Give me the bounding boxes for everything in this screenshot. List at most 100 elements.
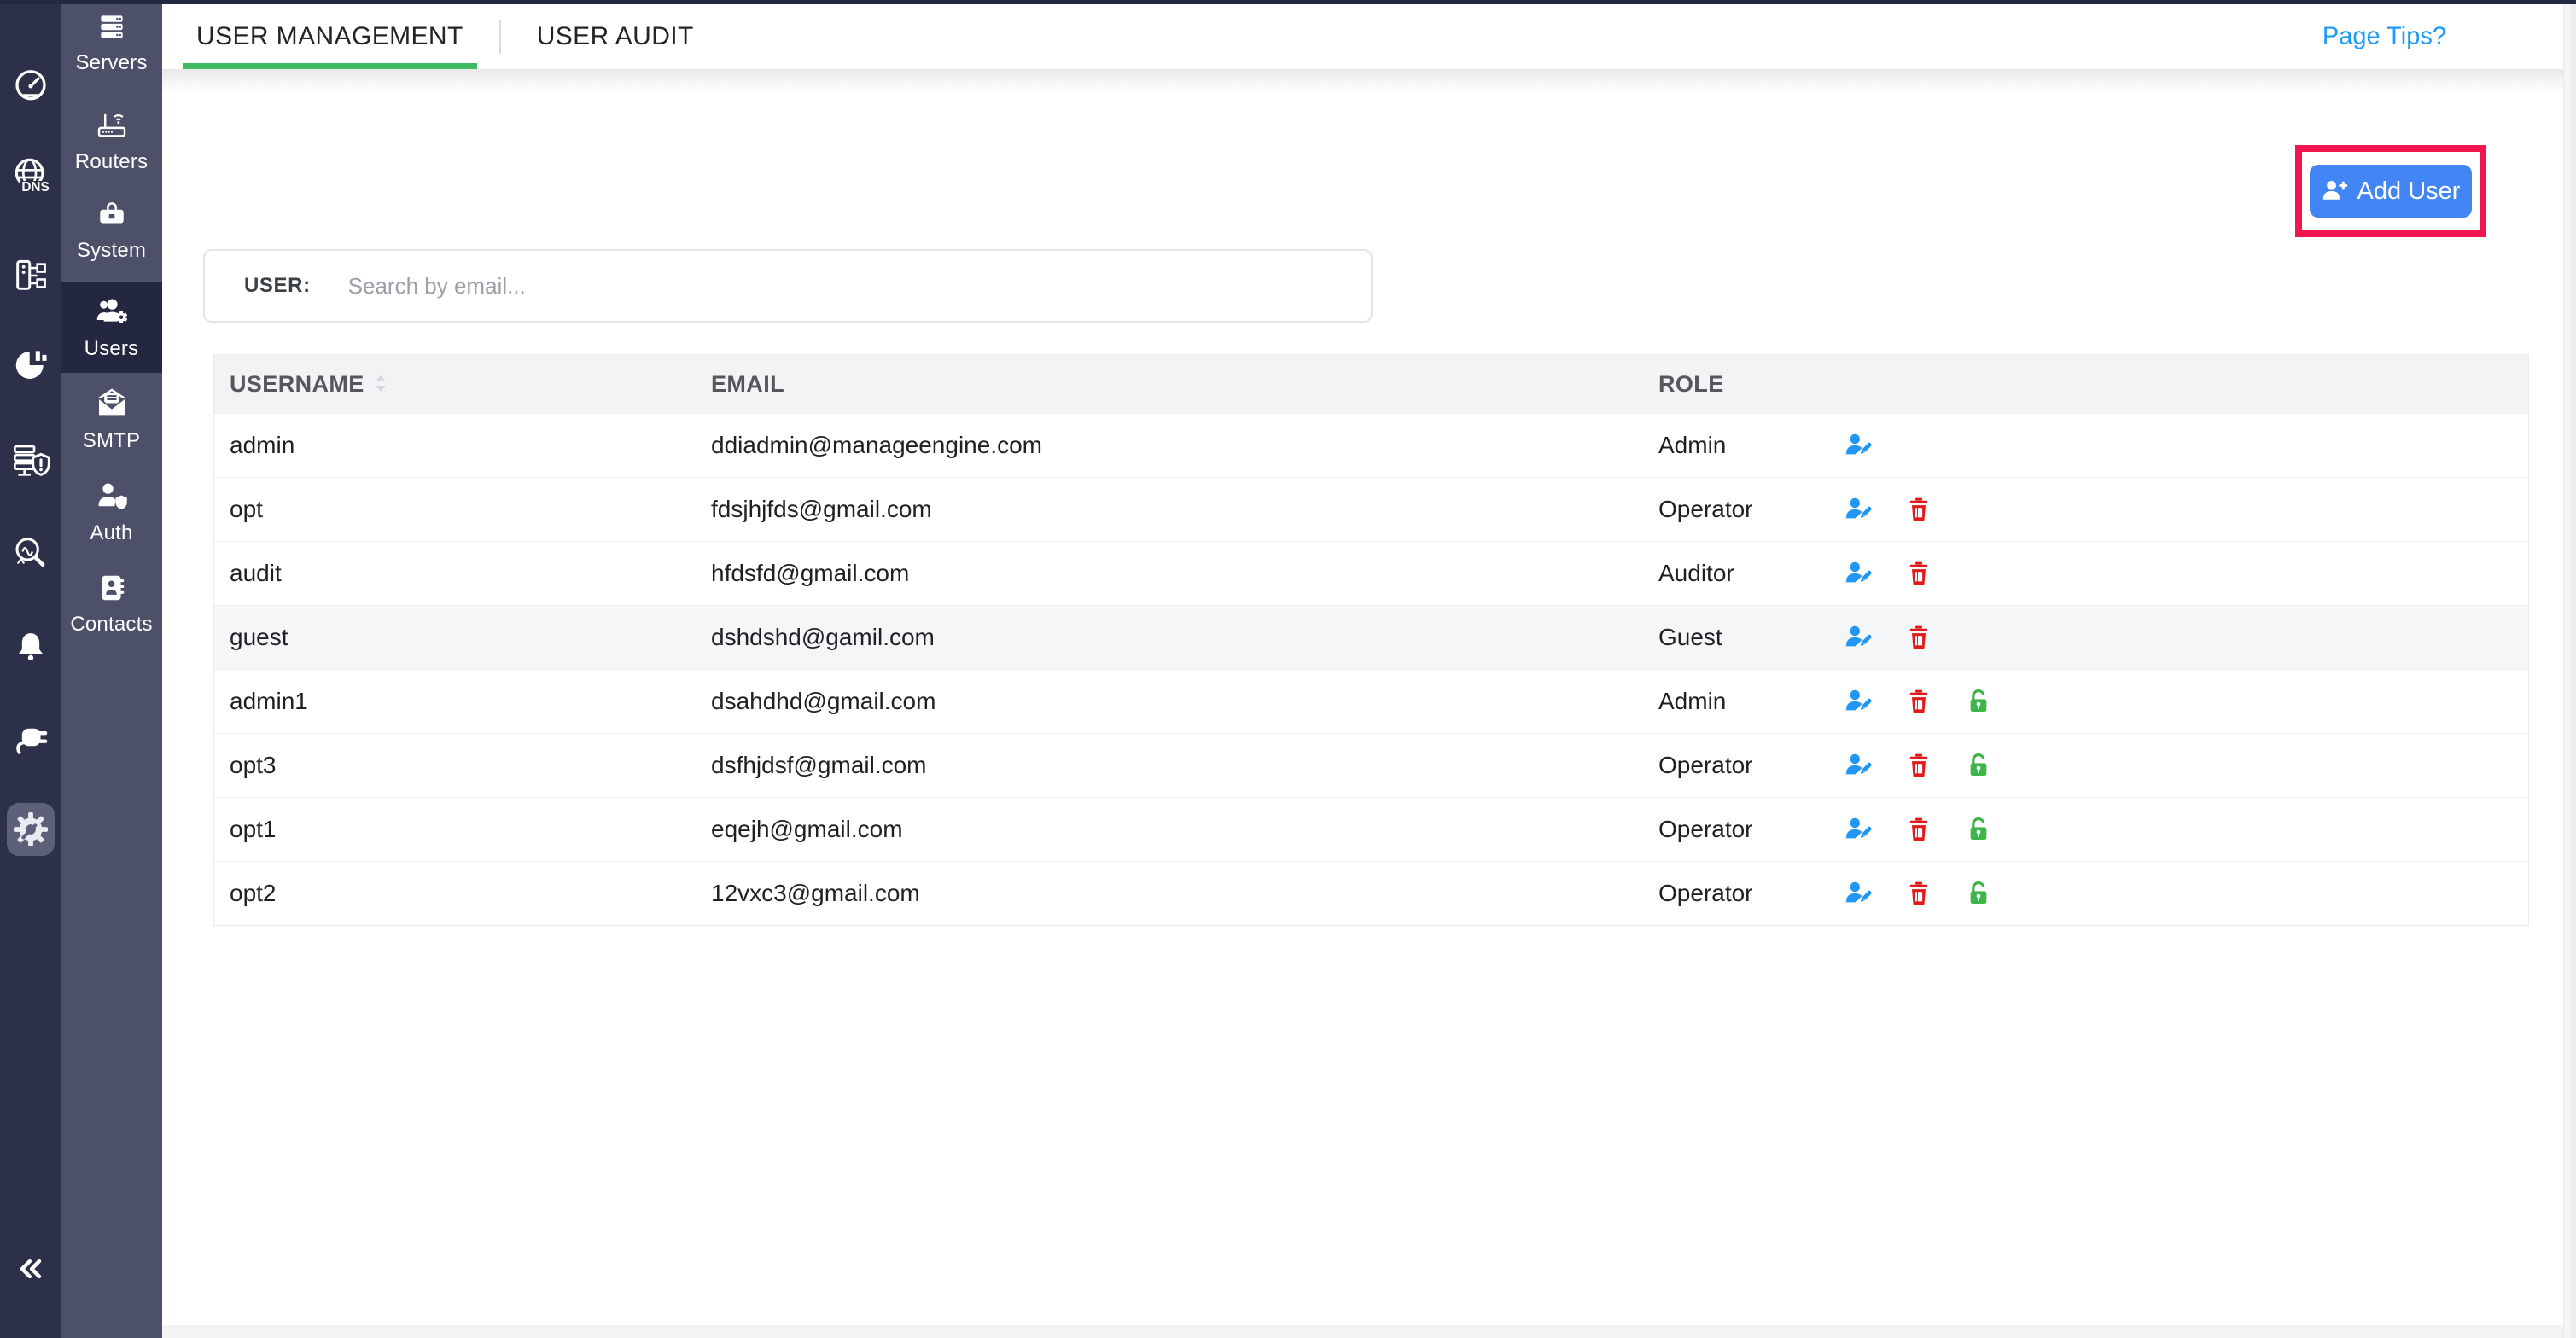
settings-gear-icon (10, 809, 51, 850)
unlock-icon (1965, 688, 1992, 715)
cell-email: 12vxc3@gmail.com (711, 880, 1658, 907)
edit-user-icon (1845, 623, 1874, 652)
table-row[interactable]: opt fdsjhjfds@gmail.com Operator (214, 477, 2528, 541)
table-header-row: USERNAME EMAIL ROLE (214, 355, 2528, 413)
column-header-username[interactable]: USERNAME (214, 371, 711, 398)
dashboard-gauge-icon (11, 67, 50, 106)
rail-alerts-button[interactable] (8, 624, 54, 670)
add-user-icon (2322, 177, 2349, 205)
delete-user-button[interactable] (1889, 862, 1949, 925)
sidebar-item-system[interactable]: System (61, 186, 162, 275)
table-row[interactable]: admin ddiadmin@manageengine.com Admin (214, 413, 2528, 477)
sidebar-item-label: Contacts (70, 613, 152, 637)
table-row[interactable]: admin1 dsahdhd@gmail.com Admin (214, 669, 2528, 733)
table-row[interactable]: opt1 eqejh@gmail.com Operator (214, 797, 2528, 861)
router-icon (95, 108, 129, 142)
rail-integrations-button[interactable] (8, 714, 54, 760)
column-header-email[interactable]: EMAIL (711, 371, 1658, 398)
cell-email: dsfhjdsf@gmail.com (711, 752, 1658, 779)
sidebar-item-smtp[interactable]: SMTP (61, 375, 162, 464)
trash-icon (1905, 880, 1932, 907)
cell-role: Admin (1658, 432, 1829, 459)
trash-icon (1905, 496, 1932, 523)
rail-analytics-button[interactable] (8, 342, 54, 388)
unlock-user-button[interactable] (1949, 798, 2008, 861)
vertical-scrollbar[interactable] (2563, 4, 2576, 1338)
edit-user-icon (1845, 879, 1874, 908)
add-user-button[interactable]: Add User (2310, 165, 2473, 218)
rail-settings-button-active[interactable] (7, 803, 55, 856)
scrollbar-track (2571, 4, 2576, 1338)
secondary-sidebar: Servers Routers System (61, 0, 162, 1338)
tab-user-audit[interactable]: USER AUDIT (523, 4, 708, 69)
edit-user-button[interactable] (1829, 670, 1889, 733)
delete-user-button[interactable] (1889, 478, 1949, 541)
table-row[interactable]: audit hfdsfd@gmail.com Auditor (214, 541, 2528, 605)
edit-user-button[interactable] (1829, 542, 1889, 605)
rail-dns-button[interactable]: DNS (8, 153, 54, 199)
sidebar-item-label: Routers (75, 150, 148, 174)
delete-user-button[interactable] (1889, 606, 1949, 669)
delete-user-button[interactable] (1889, 670, 1949, 733)
tab-separator (499, 20, 501, 54)
server-audit-shield-icon (10, 439, 51, 480)
users-group-icon (95, 294, 129, 329)
sidebar-item-auth[interactable]: Auth (61, 468, 162, 556)
sidebar-item-label: Servers (75, 51, 147, 75)
cell-username: opt2 (214, 880, 711, 907)
sidebar-item-users[interactable]: Users (61, 282, 162, 373)
collapse-chevrons-icon (14, 1252, 48, 1286)
unlock-icon (1965, 880, 1992, 907)
trash-icon (1905, 688, 1932, 715)
sidebar-item-contacts[interactable]: Contacts (61, 560, 162, 649)
edit-user-icon (1845, 815, 1874, 844)
sidebar-collapse-button[interactable] (8, 1246, 54, 1292)
rail-search-diagnostics-button[interactable] (8, 531, 54, 577)
search-input[interactable] (347, 272, 1371, 300)
delete-user-button[interactable] (1889, 734, 1949, 797)
delete-user-button[interactable] (1889, 798, 1949, 861)
search-field-label: USER: (244, 274, 311, 298)
edit-user-icon (1845, 687, 1874, 716)
search-diagnostics-icon (11, 534, 50, 573)
tab-user-management[interactable]: USER MANAGEMENT (183, 4, 477, 69)
edit-user-button[interactable] (1829, 414, 1889, 477)
user-management-page: DNS (0, 0, 2576, 1338)
rail-dashboard-button[interactable] (8, 63, 54, 109)
alerts-bell-icon (12, 628, 50, 666)
unlock-user-button[interactable] (1949, 670, 2008, 733)
edit-user-button[interactable] (1829, 798, 1889, 861)
table-row[interactable]: opt2 12vxc3@gmail.com Operator (214, 861, 2528, 925)
edit-user-button[interactable] (1829, 734, 1889, 797)
rail-ipam-button[interactable] (8, 253, 54, 299)
cell-username: audit (214, 560, 711, 587)
delete-user-button[interactable] (1889, 542, 1949, 605)
edit-user-icon (1845, 751, 1874, 780)
cell-email: ddiadmin@manageengine.com (711, 432, 1658, 459)
cell-username: guest (214, 624, 711, 651)
edit-user-button[interactable] (1829, 862, 1889, 925)
trash-icon (1905, 752, 1932, 779)
ipam-topology-icon (11, 256, 50, 295)
trash-icon (1905, 560, 1932, 587)
edit-user-button[interactable] (1829, 606, 1889, 669)
dns-globe-icon: DNS (10, 155, 51, 196)
cell-email: hfdsfd@gmail.com (711, 560, 1658, 587)
primary-sidebar-rail: DNS (0, 0, 61, 1338)
edit-user-button[interactable] (1829, 478, 1889, 541)
cell-role: Operator (1658, 816, 1829, 843)
table-row[interactable]: guest dshdshd@gamil.com Guest (214, 605, 2528, 669)
tab-label: USER AUDIT (537, 22, 694, 51)
rail-server-audit-button[interactable] (8, 437, 54, 483)
unlock-user-button[interactable] (1949, 734, 2008, 797)
page-tips-link[interactable]: Page Tips? (2322, 23, 2446, 51)
sidebar-item-routers[interactable]: Routers (61, 96, 162, 185)
sidebar-item-servers[interactable]: Servers (61, 0, 162, 85)
user-search-panel: USER: (203, 249, 1373, 323)
cell-role: Operator (1658, 496, 1829, 523)
table-row[interactable]: opt3 dsfhjdsf@gmail.com Operator (214, 733, 2528, 797)
active-tab-underline (183, 63, 477, 69)
cell-role: Operator (1658, 752, 1829, 779)
unlock-user-button[interactable] (1949, 862, 2008, 925)
column-header-role[interactable]: ROLE (1658, 371, 1829, 398)
